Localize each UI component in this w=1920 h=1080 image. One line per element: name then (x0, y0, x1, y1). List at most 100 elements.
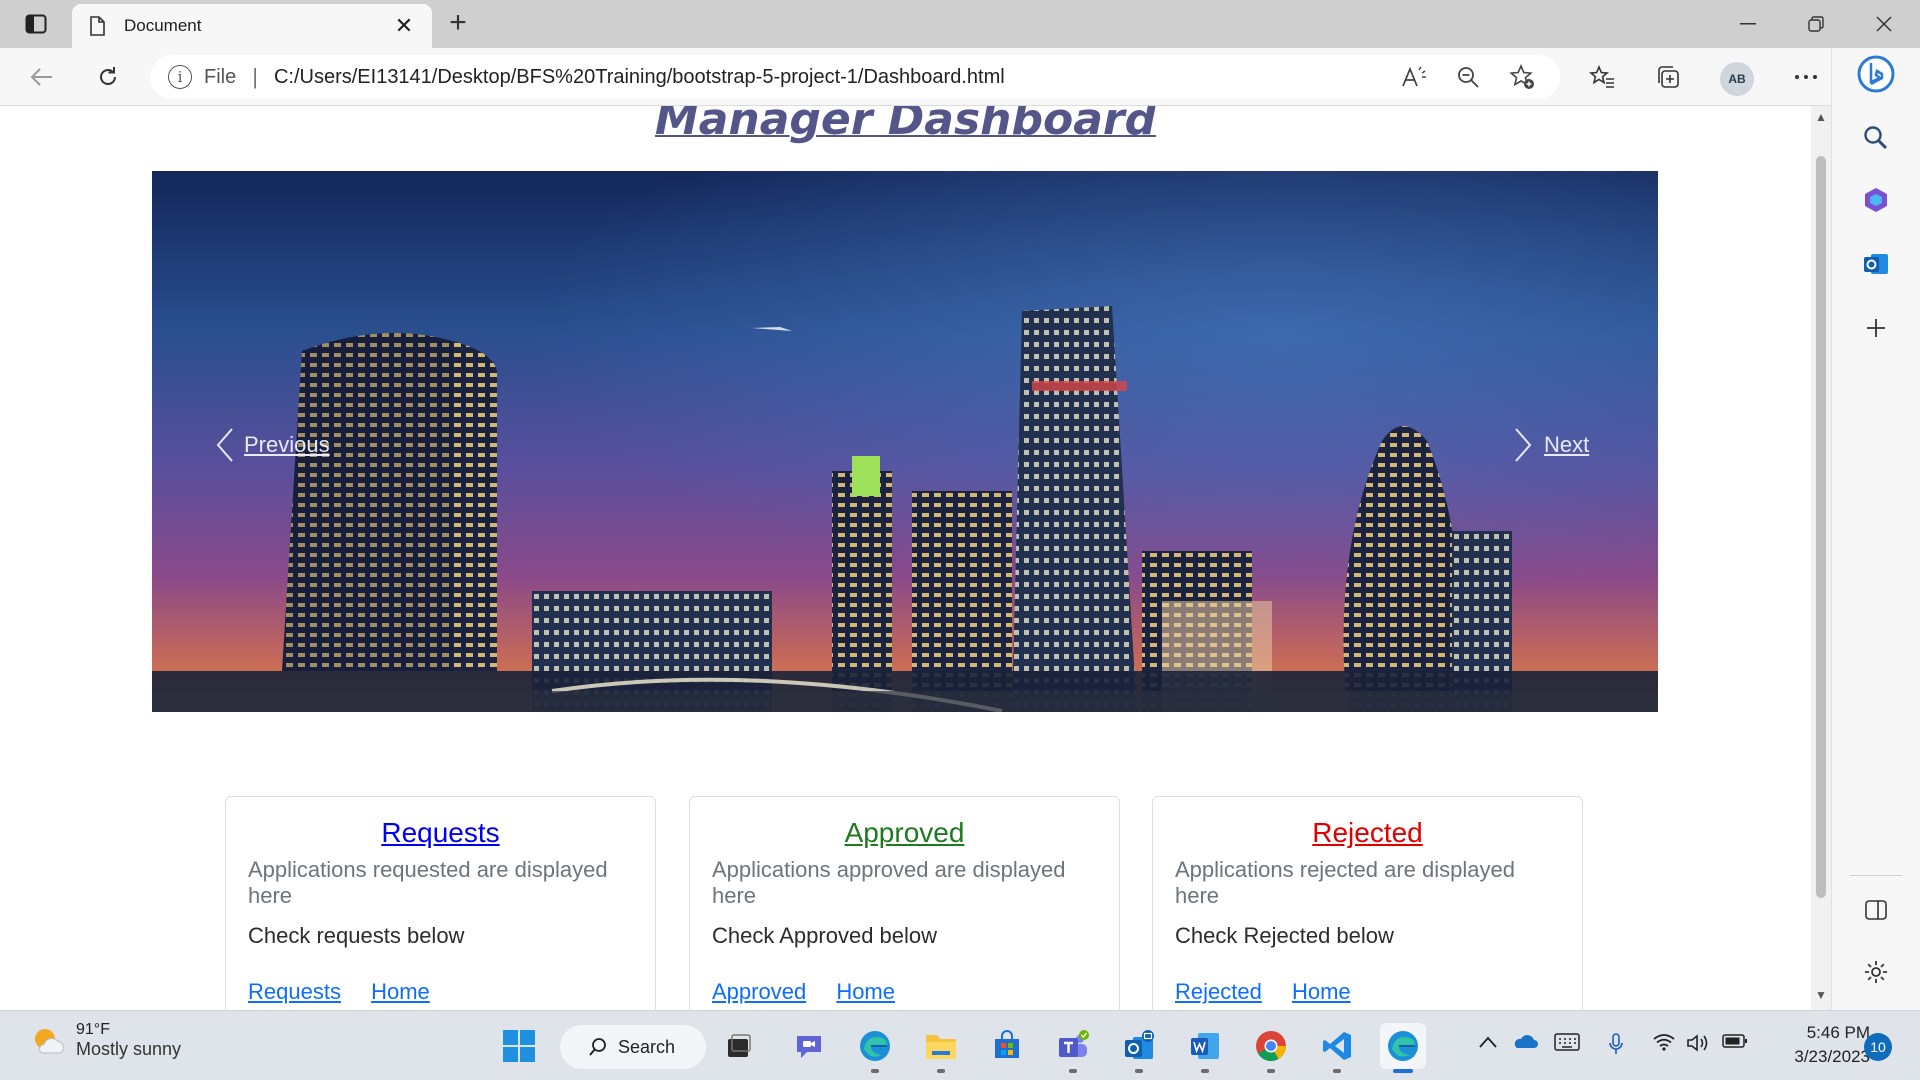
url-text[interactable]: C:/Users/EI13141/Desktop/BFS%20Training/… (274, 66, 1380, 89)
hide-sidebar-button[interactable] (1856, 890, 1896, 930)
card-links: Rejected Home (1175, 979, 1560, 1005)
card-link-home[interactable]: Home (1292, 979, 1351, 1004)
file-explorer-app[interactable] (918, 1023, 964, 1073)
chevron-up-icon (1479, 1036, 1497, 1048)
sidebar-office-button[interactable] (1856, 180, 1896, 220)
onedrive-tray[interactable] (1512, 1033, 1538, 1054)
outlook-app[interactable] (1116, 1023, 1162, 1073)
bing-icon (1857, 55, 1895, 93)
taskbar-search[interactable]: Search (560, 1025, 706, 1069)
vscode-app[interactable] (1314, 1023, 1360, 1073)
gear-icon (1865, 961, 1887, 983)
back-button[interactable] (22, 57, 62, 97)
microphone-tray[interactable] (1608, 1033, 1624, 1060)
card-link-home[interactable]: Home (836, 979, 895, 1004)
card-subtitle: Applications approved are displayed here (712, 857, 1066, 908)
search-icon (1864, 126, 1888, 150)
windows-taskbar: 91°F Mostly sunny Search 5:46 PM 3/23/20… (0, 1010, 1920, 1080)
scroll-up-icon[interactable]: ▲ (1815, 110, 1827, 124)
chat-icon (797, 1036, 821, 1058)
more-icon (1795, 75, 1817, 79)
teams-chat-app[interactable] (786, 1023, 832, 1069)
edge-icon (860, 1031, 890, 1061)
zoom-out-icon[interactable] (1448, 57, 1488, 97)
address-bar[interactable]: i File | C:/Users/EI13141/Desktop/BFS%20… (150, 55, 1560, 99)
carousel-next-label[interactable]: Next (1544, 432, 1589, 458)
card-subtitle: Applications rejected are displayed here (1175, 857, 1515, 908)
card-link-primary[interactable]: Approved (712, 979, 806, 1004)
clock-time: 5:46 PM (1806, 1023, 1870, 1042)
card-rejected: Rejected Applications rejected are displ… (1152, 796, 1583, 1010)
image-carousel[interactable]: Previous Next (152, 171, 1658, 712)
page-scrollbar[interactable]: ▲ ▼ (1811, 106, 1831, 1010)
card-link-primary[interactable]: Rejected (1175, 979, 1262, 1004)
task-view-button[interactable] (716, 1023, 762, 1069)
carousel-previous-label[interactable]: Previous (244, 432, 330, 458)
edge-app-active[interactable] (1380, 1023, 1426, 1073)
battery-icon (1722, 1034, 1747, 1048)
edge-app[interactable] (852, 1023, 898, 1073)
page-title[interactable]: Manager Dashboard (0, 106, 1811, 145)
notification-badge[interactable]: 10 (1864, 1033, 1892, 1061)
card-title[interactable]: Requests (248, 817, 633, 849)
refresh-button[interactable] (88, 57, 128, 97)
battery-tray[interactable] (1722, 1033, 1748, 1054)
sidebar-add-button[interactable] (1856, 308, 1896, 348)
clock-date: 3/23/2023 (1794, 1047, 1870, 1066)
keyboard-tray[interactable] (1554, 1033, 1580, 1056)
running-indicator (1267, 1069, 1275, 1073)
scrollbar-thumb[interactable] (1816, 156, 1826, 898)
close-tab-icon[interactable]: ✕ (390, 13, 418, 39)
running-indicator (1393, 1069, 1413, 1073)
minimize-button[interactable] (1714, 0, 1782, 48)
new-tab-button[interactable]: + (440, 8, 476, 40)
card-link-home[interactable]: Home (371, 979, 430, 1004)
sidebar-search-button[interactable] (1856, 118, 1896, 158)
teams-app[interactable] (1050, 1023, 1096, 1073)
chevron-left-icon (216, 428, 233, 462)
close-window-button[interactable] (1850, 0, 1918, 48)
refresh-icon (100, 67, 116, 85)
add-favorite-icon[interactable] (1502, 57, 1542, 97)
bing-chat-button[interactable] (1856, 54, 1896, 94)
microsoft-store-app[interactable] (984, 1023, 1030, 1069)
edge-sidebar (1831, 48, 1920, 1010)
carousel-previous-button[interactable]: Previous (214, 427, 330, 463)
card-approved: Approved Applications approved are displ… (689, 796, 1120, 1010)
collections-button[interactable] (1648, 57, 1688, 97)
read-aloud-icon[interactable] (1394, 57, 1434, 97)
running-indicator (937, 1069, 945, 1073)
card-text: Check Approved below (712, 923, 938, 948)
more-options-button[interactable] (1786, 57, 1826, 97)
start-button[interactable] (496, 1023, 542, 1069)
system-clock[interactable]: 5:46 PM 3/23/2023 (1760, 1021, 1870, 1069)
card-link-primary[interactable]: Requests (248, 979, 341, 1004)
tab-actions-button[interactable] (14, 8, 58, 40)
word-app[interactable] (1182, 1023, 1228, 1073)
weather-widget[interactable]: 91°F Mostly sunny (30, 1021, 181, 1060)
card-title[interactable]: Approved (712, 817, 1097, 849)
sidebar-outlook-button[interactable] (1856, 244, 1896, 284)
arrow-left-icon (30, 68, 52, 86)
wifi-tray[interactable] (1652, 1033, 1676, 1056)
sun-cloud-icon (35, 1028, 65, 1053)
volume-tray[interactable] (1686, 1033, 1710, 1058)
address-separator: | (252, 64, 258, 89)
card-text: Check Rejected below (1175, 923, 1394, 948)
favorites-button[interactable] (1582, 57, 1622, 97)
word-icon (1191, 1033, 1219, 1059)
edge-icon (1388, 1031, 1418, 1061)
profile-avatar[interactable]: AB (1720, 62, 1754, 96)
outlook-icon (1864, 254, 1888, 274)
carousel-next-button[interactable]: Next (1512, 427, 1589, 463)
card-title[interactable]: Rejected (1175, 817, 1560, 849)
vscode-icon (1323, 1032, 1351, 1060)
show-hidden-icons[interactable] (1478, 1033, 1498, 1054)
info-icon[interactable]: i (168, 65, 192, 89)
scroll-down-icon[interactable]: ▼ (1815, 988, 1827, 1002)
sidebar-settings-button[interactable] (1856, 952, 1896, 992)
tab-document[interactable]: Document ✕ (72, 4, 432, 48)
restore-button[interactable] (1782, 0, 1850, 48)
chrome-app[interactable] (1248, 1023, 1294, 1073)
outlook-icon (1125, 1030, 1154, 1059)
